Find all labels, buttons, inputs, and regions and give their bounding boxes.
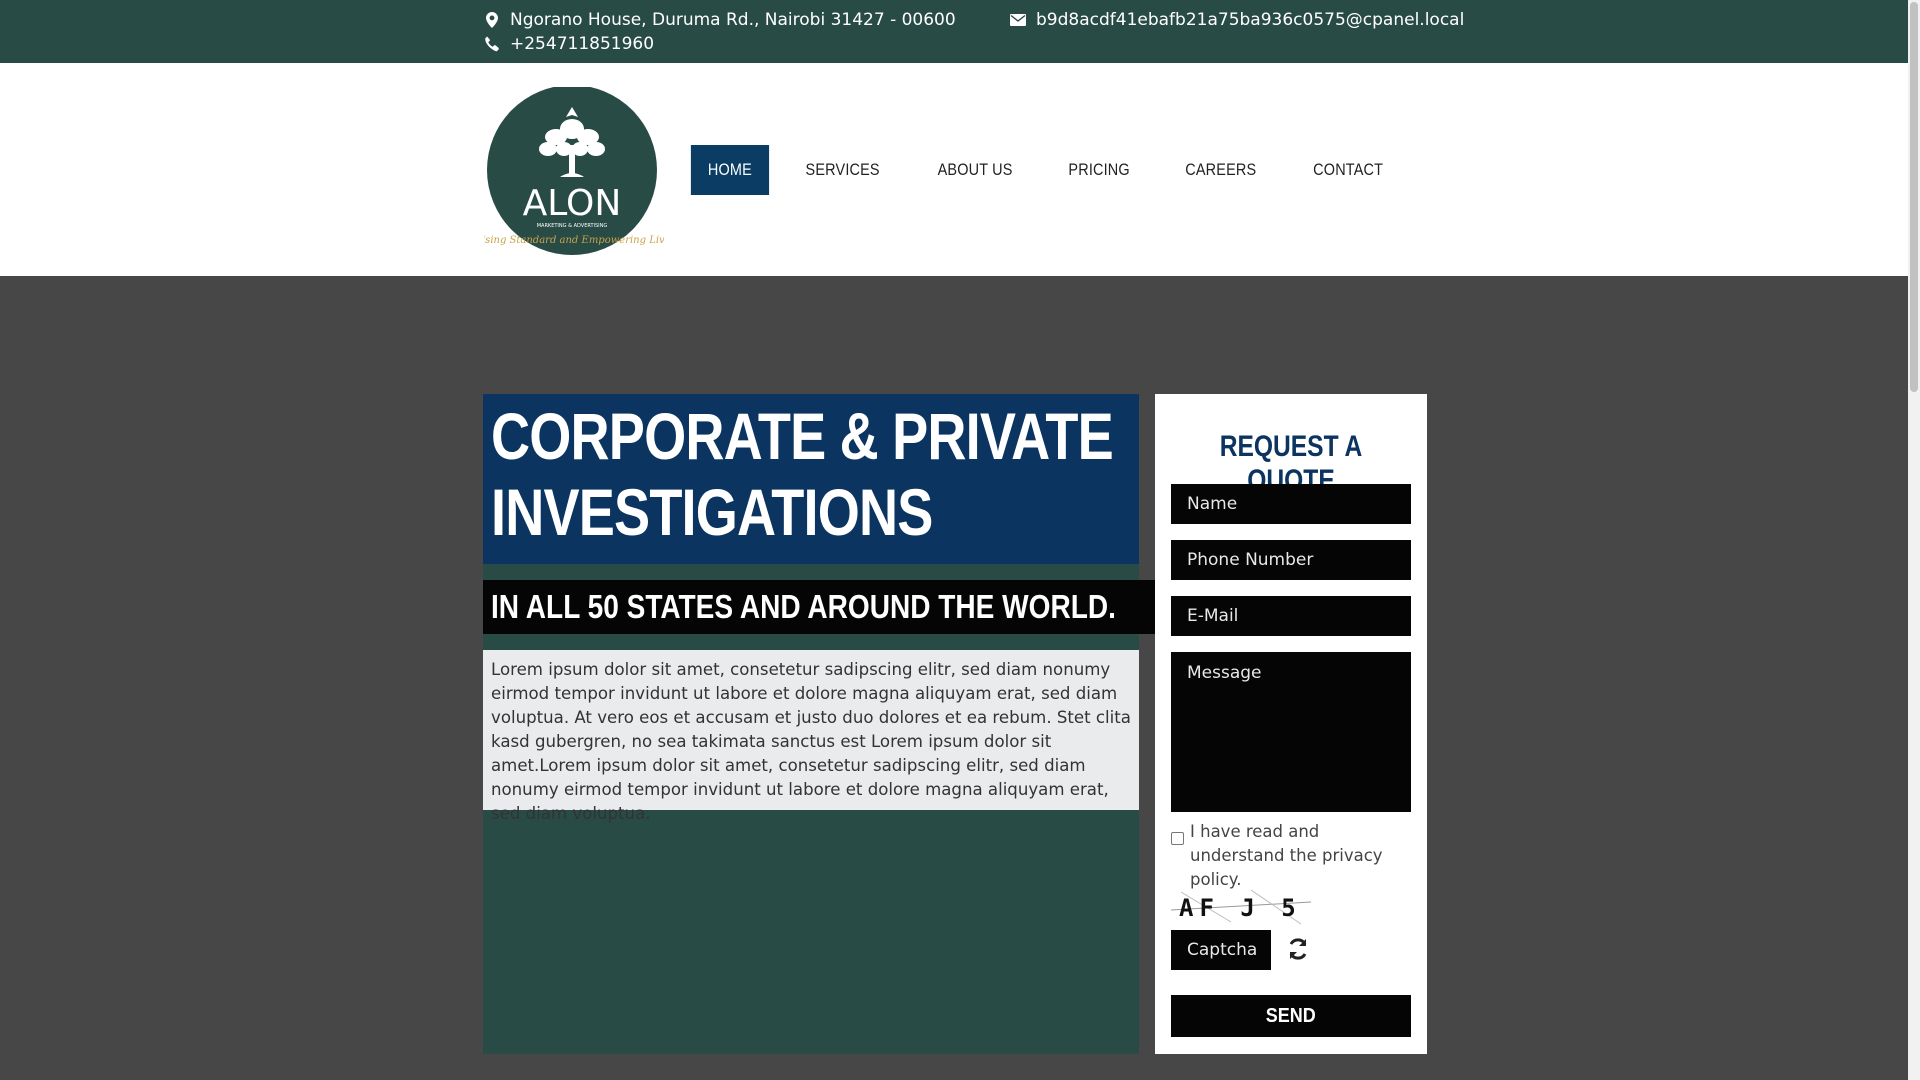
scrollbar-thumb[interactable] bbox=[1910, 2, 1918, 392]
email-text[interactable]: b9d8acdf41ebafb21a75ba936c0575@cpanel.lo… bbox=[1036, 10, 1464, 30]
send-button[interactable]: SEND bbox=[1171, 995, 1411, 1037]
hero-title-line2: INVESTIGATIONS bbox=[491, 475, 933, 549]
phone-item[interactable]: +254711851960 bbox=[484, 34, 654, 54]
phone-input[interactable]: Phone Number bbox=[1171, 540, 1411, 580]
main-nav: HOME SERVICES ABOUT US PRICING CAREERS C… bbox=[682, 145, 1411, 195]
hero-body-text: Lorem ipsum dolor sit amet, consetetur s… bbox=[483, 650, 1139, 823]
privacy-checkbox[interactable] bbox=[1171, 832, 1184, 845]
address-text: Ngorano House, Duruma Rd., Nairobi 31427… bbox=[510, 10, 956, 30]
hero-subtitle-text: IN ALL 50 STATES AND AROUND THE WORLD. bbox=[491, 588, 1116, 625]
phone-text[interactable]: +254711851960 bbox=[510, 34, 654, 54]
refresh-captcha-icon[interactable] bbox=[1285, 936, 1311, 962]
top-contact-bar: Ngorano House, Duruma Rd., Nairobi 31427… bbox=[0, 0, 1908, 63]
nav-careers[interactable]: CAREERS bbox=[1168, 145, 1273, 195]
address-item: Ngorano House, Duruma Rd., Nairobi 31427… bbox=[484, 10, 956, 30]
hero-content-panel: CORPORATE & PRIVATE INVESTIGATIONS IN AL… bbox=[483, 394, 1235, 1054]
site-header: ALON MARKETING & ADVERTISING Raising Sta… bbox=[0, 63, 1908, 276]
nav-home[interactable]: HOME bbox=[690, 145, 769, 195]
privacy-consent: I have read and understand the privacy p… bbox=[1171, 820, 1411, 892]
privacy-label[interactable]: I have read and understand the privacy p… bbox=[1190, 820, 1411, 892]
captcha-image: AF J 5 x 2 bbox=[1170, 888, 1378, 926]
message-textarea[interactable]: Message bbox=[1171, 652, 1411, 812]
nav-contact[interactable]: CONTACT bbox=[1296, 145, 1400, 195]
hero-section: CORPORATE & PRIVATE INVESTIGATIONS IN AL… bbox=[0, 276, 1908, 1080]
captcha-input[interactable]: Captcha bbox=[1171, 930, 1271, 970]
hero-title-line1: CORPORATE & PRIVATE bbox=[491, 399, 1114, 473]
page-scrollbar[interactable] bbox=[1908, 0, 1920, 1080]
svg-text:MARKETING & ADVERTISING: MARKETING & ADVERTISING bbox=[537, 223, 608, 229]
hero-title: CORPORATE & PRIVATE INVESTIGATIONS bbox=[483, 394, 1139, 564]
nav-pricing[interactable]: PRICING bbox=[1051, 145, 1146, 195]
email-item[interactable]: b9d8acdf41ebafb21a75ba936c0575@cpanel.lo… bbox=[1010, 10, 1464, 30]
name-input[interactable]: Name bbox=[1171, 484, 1411, 524]
svg-text:ALON: ALON bbox=[523, 183, 622, 224]
svg-text:Raising Standard and Empowerin: Raising Standard and Empowering Lives bbox=[484, 235, 664, 246]
hero-subtitle: IN ALL 50 STATES AND AROUND THE WORLD. bbox=[483, 580, 1235, 634]
phone-icon bbox=[484, 36, 500, 52]
email-input[interactable]: E-Mail bbox=[1171, 596, 1411, 636]
nav-services[interactable]: SERVICES bbox=[789, 145, 897, 195]
nav-about-us[interactable]: ABOUT US bbox=[920, 145, 1029, 195]
alon-logo[interactable]: ALON MARKETING & ADVERTISING Raising Sta… bbox=[467, 85, 676, 259]
map-pin-icon bbox=[484, 12, 500, 28]
mail-icon bbox=[1010, 12, 1026, 28]
svg-text:AF J 5 x 2: AF J 5 x 2 bbox=[1179, 894, 1311, 922]
quote-form: REQUEST A QUOTE Name Phone Number E-Mail… bbox=[1155, 394, 1427, 1054]
